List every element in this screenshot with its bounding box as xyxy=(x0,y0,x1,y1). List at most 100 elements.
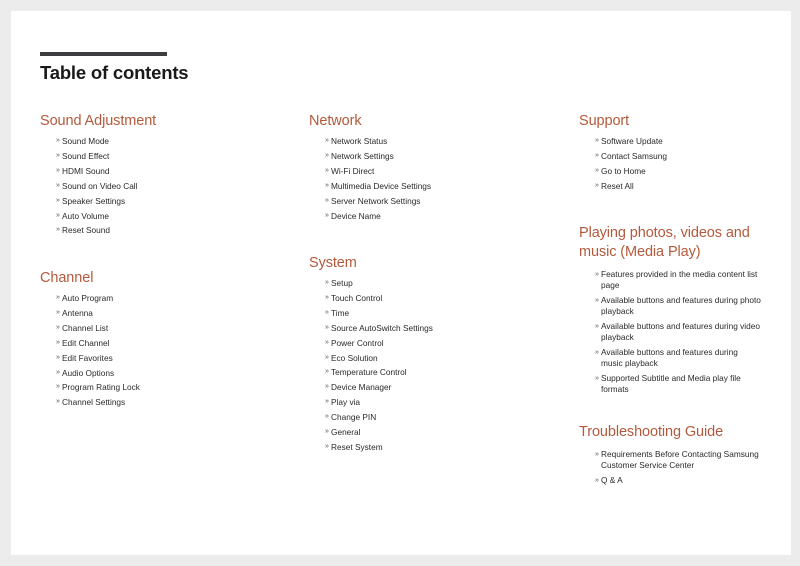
toc-link[interactable]: » Speaker Settings xyxy=(40,194,156,209)
bullet-icon: » xyxy=(595,477,599,484)
toc-link[interactable]: » Channel Settings xyxy=(40,395,140,410)
bullet-icon: » xyxy=(595,451,599,458)
toc-link[interactable]: » Reset Sound xyxy=(40,223,156,238)
bullet-icon: » xyxy=(325,151,329,159)
toc-link-label: Audio Options xyxy=(62,367,115,378)
toc-link[interactable]: » Device Manager xyxy=(309,380,433,395)
toc-link[interactable]: » Temperature Control xyxy=(309,365,433,380)
bullet-icon: » xyxy=(56,226,60,234)
toc-link[interactable]: » Contact Samsung xyxy=(579,149,667,164)
toc-link[interactable]: » Channel List xyxy=(40,321,140,336)
bullet-icon: » xyxy=(325,323,329,331)
toc-link-label: Reset System xyxy=(331,441,383,452)
toc-link-label: Channel List xyxy=(62,322,109,333)
section-channel: Channel » Auto Program» Antenna» Channel Li… xyxy=(40,269,140,410)
toc-link[interactable]: » Sound on Video Call xyxy=(40,179,156,194)
toc-link[interactable]: » General xyxy=(309,425,433,440)
toc-link-label: Device Manager xyxy=(331,382,392,393)
section-item-list: » Requirements Before Contacting Samsung … xyxy=(579,449,764,486)
bullet-icon: » xyxy=(325,413,329,421)
toc-link-label: Source AutoSwitch Settings xyxy=(331,322,433,333)
bullet-icon: » xyxy=(56,368,60,376)
section-item-list: » Setup» Touch Control» Time» Source AutoSwi… xyxy=(309,276,433,455)
toc-link[interactable]: » Reset All xyxy=(579,179,667,194)
toc-link[interactable]: » Play via xyxy=(309,395,433,410)
toc-link[interactable]: » Power Control xyxy=(309,336,433,351)
toc-link[interactable]: » Audio Options xyxy=(40,366,140,381)
toc-link[interactable]: » Device Name xyxy=(309,209,431,224)
toc-link[interactable]: » Change PIN xyxy=(309,410,433,425)
toc-link[interactable]: » HDMI Sound xyxy=(40,164,156,179)
toc-link-label: Speaker Settings xyxy=(62,195,126,206)
toc-link[interactable]: » Source AutoSwitch Settings xyxy=(309,321,433,336)
bullet-icon: » xyxy=(56,151,60,159)
section-heading[interactable]: System xyxy=(309,254,433,273)
toc-link[interactable]: » Network Settings xyxy=(309,149,431,164)
toc-link-label: Available buttons and features during ph… xyxy=(601,295,761,316)
section-heading[interactable]: Sound Adjustment xyxy=(40,112,156,131)
bullet-icon: » xyxy=(56,294,60,301)
toc-link-label: Sound Mode xyxy=(62,136,110,146)
toc-link[interactable]: » Available buttons and features during p… xyxy=(579,295,761,317)
toc-link[interactable]: » Eco Solution xyxy=(309,351,433,366)
bullet-icon: » xyxy=(325,308,329,316)
section-heading[interactable]: Network xyxy=(309,112,431,131)
section-heading[interactable]: Playing photos, videos and music (Media … xyxy=(579,224,764,262)
toc-link[interactable]: » Sound Mode xyxy=(40,134,156,149)
toc-link-label: Wi-Fi Direct xyxy=(331,165,375,176)
bullet-icon: » xyxy=(56,353,60,361)
toc-link[interactable]: » Available buttons and features during m… xyxy=(579,347,761,369)
toc-link-label: Edit Channel xyxy=(62,337,110,348)
toc-link[interactable]: » Setup xyxy=(309,276,433,291)
toc-link[interactable]: » Go to Home xyxy=(579,164,667,179)
bullet-icon: » xyxy=(325,353,329,361)
section-item-list: » Network Status» Network Settings» Wi-Fi D… xyxy=(309,134,431,223)
toc-link-label: Device Name xyxy=(331,210,381,221)
bullet-icon: » xyxy=(325,383,329,391)
toc-link-label: Available buttons and features during vi… xyxy=(601,321,760,342)
toc-link[interactable]: » Available buttons and features during v… xyxy=(579,321,761,343)
toc-link[interactable]: » Program Rating Lock xyxy=(40,380,140,395)
toc-link[interactable]: » Features provided in the media content … xyxy=(579,269,761,291)
toc-link-label: Reset All xyxy=(601,180,634,191)
toc-link[interactable]: » Reset System xyxy=(309,440,433,455)
toc-link[interactable]: » Q & A xyxy=(579,475,761,486)
section-troubleshooting: Troubleshooting Guide » Requirements Befo… xyxy=(579,423,764,490)
toc-link-label: Server Network Settings xyxy=(331,195,421,206)
toc-link[interactable]: » Wi-Fi Direct xyxy=(309,164,431,179)
bullet-icon: » xyxy=(595,349,599,356)
toc-link-label: Play via xyxy=(331,397,361,408)
toc-link[interactable]: » Time xyxy=(309,306,433,321)
toc-link-label: Requirements Before Contacting Samsung C… xyxy=(601,449,759,470)
section-heading[interactable]: Channel xyxy=(40,269,140,288)
toc-link[interactable]: » Auto Volume xyxy=(40,209,156,224)
toc-link[interactable]: » Multimedia Device Settings xyxy=(309,179,431,194)
toc-link-label: Auto Volume xyxy=(62,210,110,221)
section-heading[interactable]: Troubleshooting Guide xyxy=(579,423,764,442)
toc-link-label: Auto Program xyxy=(62,293,114,303)
bullet-icon: » xyxy=(595,137,599,144)
toc-link[interactable]: » Auto Program xyxy=(40,291,140,306)
toc-link[interactable]: » Edit Favorites xyxy=(40,351,140,366)
bullet-icon: » xyxy=(595,151,599,159)
toc-link-label: Software Update xyxy=(601,136,663,146)
bullet-icon: » xyxy=(325,368,329,376)
section-item-list: » Features provided in the media content … xyxy=(579,269,764,395)
toc-link[interactable]: » Supported Subtitle and Media play file … xyxy=(579,373,761,395)
toc-link[interactable]: » Touch Control xyxy=(309,291,433,306)
toc-link[interactable]: » Server Network Settings xyxy=(309,194,431,209)
section-heading[interactable]: Support xyxy=(579,112,667,131)
bullet-icon: » xyxy=(325,166,329,174)
toc-link[interactable]: » Network Status xyxy=(309,134,431,149)
toc-link[interactable]: » Requirements Before Contacting Samsung … xyxy=(579,449,761,471)
toc-link[interactable]: » Sound Effect xyxy=(40,149,156,164)
toc-link[interactable]: » Software Update xyxy=(579,134,667,149)
toc-link[interactable]: » Edit Channel xyxy=(40,336,140,351)
toc-link-label: Multimedia Device Settings xyxy=(331,180,432,191)
toc-link-label: HDMI Sound xyxy=(62,165,110,176)
toc-link-label: Available buttons and features during mu… xyxy=(601,347,738,368)
bullet-icon: » xyxy=(325,338,329,346)
toc-link[interactable]: » Antenna xyxy=(40,306,140,321)
toc-link-label: Change PIN xyxy=(331,412,377,423)
bullet-icon: » xyxy=(56,196,60,204)
